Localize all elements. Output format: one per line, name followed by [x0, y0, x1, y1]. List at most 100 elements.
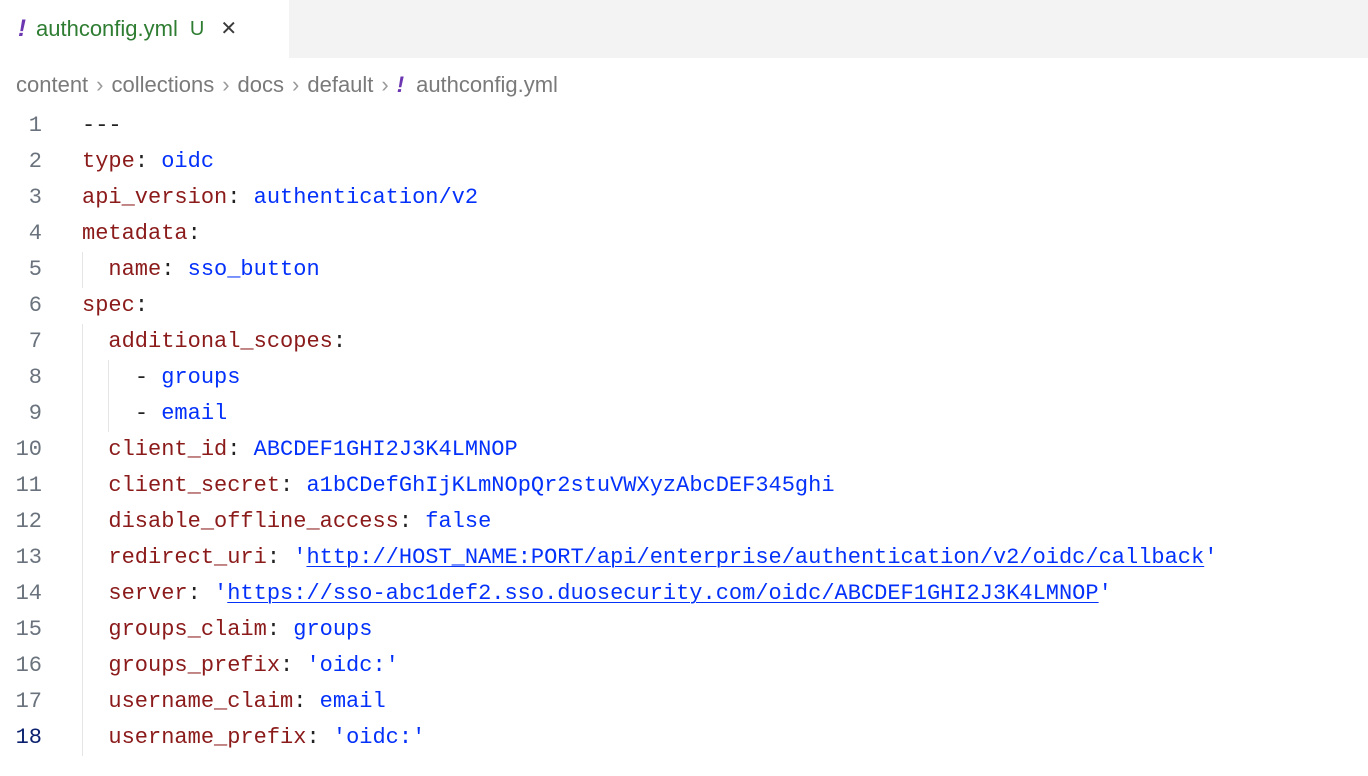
code-content: groups_claim: groups: [70, 612, 1368, 648]
code-content: groups_prefix: 'oidc:': [70, 648, 1368, 684]
breadcrumb-item[interactable]: content: [16, 72, 88, 98]
code-token-val: groups: [161, 365, 240, 390]
line-number: 7: [0, 324, 70, 360]
code-token-quote: ': [293, 545, 306, 570]
line-number: 3: [0, 180, 70, 216]
code-token-key: disable_offline_access: [108, 509, 398, 534]
chevron-right-icon: ›: [222, 72, 229, 98]
code-line[interactable]: 8 - groups: [0, 360, 1368, 396]
code-token-colon: :: [399, 509, 412, 534]
editor-tab[interactable]: ! authconfig.yml U ✕: [0, 0, 290, 58]
code-token-key: api_version: [82, 185, 227, 210]
line-number: 14: [0, 576, 70, 612]
code-line[interactable]: 14 server: 'https://sso-abc1def2.sso.duo…: [0, 576, 1368, 612]
code-token-key: name: [108, 257, 161, 282]
breadcrumb: content › collections › docs › default ›…: [0, 58, 1368, 108]
code-token-key: username_prefix: [108, 725, 306, 750]
code-line[interactable]: 10 client_id: ABCDEF1GHI2J3K4LMNOP: [0, 432, 1368, 468]
code-token-punc: -: [135, 365, 148, 390]
line-number: 11: [0, 468, 70, 504]
code-content: api_version: authentication/v2: [70, 180, 1368, 216]
code-content: type: oidc: [70, 144, 1368, 180]
code-token-quote: ': [333, 725, 346, 750]
tab-bar: ! authconfig.yml U ✕: [0, 0, 1368, 58]
line-number: 18: [0, 720, 70, 756]
code-token-val: email: [161, 401, 227, 426]
code-token-str: oidc:: [320, 653, 386, 678]
code-token-url: http://HOST_NAME:PORT/api/enterprise/aut…: [306, 545, 1204, 570]
line-number: 1: [0, 108, 70, 144]
code-token-dash: ---: [82, 113, 122, 138]
code-content: - groups: [70, 360, 1368, 396]
code-line[interactable]: 12 disable_offline_access: false: [0, 504, 1368, 540]
close-icon[interactable]: ✕: [220, 19, 237, 39]
code-content: username_prefix: 'oidc:': [70, 720, 1368, 756]
line-number: 8: [0, 360, 70, 396]
code-line[interactable]: 3api_version: authentication/v2: [0, 180, 1368, 216]
line-number: 5: [0, 252, 70, 288]
code-line[interactable]: 4metadata:: [0, 216, 1368, 252]
code-content: - email: [70, 396, 1368, 432]
code-content: metadata:: [70, 216, 1368, 252]
tab-filename: authconfig.yml: [36, 16, 178, 42]
tab-status-badge: U: [190, 18, 204, 41]
breadcrumb-item[interactable]: docs: [238, 72, 284, 98]
chevron-right-icon: ›: [381, 72, 388, 98]
breadcrumb-item[interactable]: default: [307, 72, 373, 98]
yaml-file-icon: !: [397, 72, 404, 98]
code-token-colon: :: [135, 293, 148, 318]
line-number: 9: [0, 396, 70, 432]
code-token-key: username_claim: [108, 689, 293, 714]
code-line[interactable]: 6spec:: [0, 288, 1368, 324]
code-editor[interactable]: 1 --- 2type: oidc3api_version: authenticat…: [0, 108, 1368, 756]
code-token-colon: :: [306, 725, 319, 750]
code-line[interactable]: 13 redirect_uri: 'http://HOST_NAME:PORT/…: [0, 540, 1368, 576]
code-token-key: client_id: [108, 437, 227, 462]
code-line[interactable]: 11 client_secret: a1bCDefGhIjKLmNOpQr2st…: [0, 468, 1368, 504]
line-number: 16: [0, 648, 70, 684]
line-number: 15: [0, 612, 70, 648]
code-content: name: sso_button: [70, 252, 1368, 288]
code-content: additional_scopes:: [70, 324, 1368, 360]
code-token-key: type: [82, 149, 135, 174]
code-token-punc: -: [135, 401, 148, 426]
code-token-colon: :: [161, 257, 174, 282]
line-number: 13: [0, 540, 70, 576]
code-token-key: groups_claim: [108, 617, 266, 642]
line-number: 12: [0, 504, 70, 540]
breadcrumb-item[interactable]: collections: [112, 72, 215, 98]
code-token-key: client_secret: [108, 473, 280, 498]
code-token-key: additional_scopes: [108, 329, 332, 354]
code-content: server: 'https://sso-abc1def2.sso.duosec…: [70, 576, 1368, 612]
code-line[interactable]: 17 username_claim: email: [0, 684, 1368, 720]
code-line[interactable]: 5 name: sso_button: [0, 252, 1368, 288]
code-line[interactable]: 7 additional_scopes:: [0, 324, 1368, 360]
code-token-bool: false: [425, 509, 491, 534]
breadcrumb-file[interactable]: authconfig.yml: [416, 72, 558, 98]
code-token-key: server: [108, 581, 187, 606]
line-number: 6: [0, 288, 70, 324]
code-line[interactable]: 1 ---: [0, 108, 1368, 144]
code-line[interactable]: 16 groups_prefix: 'oidc:': [0, 648, 1368, 684]
code-token-val: groups: [293, 617, 372, 642]
code-token-colon: :: [227, 185, 240, 210]
code-token-key: metadata: [82, 221, 188, 246]
code-token-quote: ': [412, 725, 425, 750]
code-line[interactable]: 2type: oidc: [0, 144, 1368, 180]
code-line[interactable]: 15 groups_claim: groups: [0, 612, 1368, 648]
code-content: ---: [70, 108, 1368, 144]
code-content: username_claim: email: [70, 684, 1368, 720]
code-token-colon: :: [280, 473, 293, 498]
code-token-val: ABCDEF1GHI2J3K4LMNOP: [254, 437, 518, 462]
code-token-colon: :: [227, 437, 240, 462]
code-token-val: email: [320, 689, 386, 714]
code-token-quote: ': [386, 653, 399, 678]
code-token-colon: :: [293, 689, 306, 714]
code-token-colon: :: [267, 545, 280, 570]
code-line[interactable]: 9 - email: [0, 396, 1368, 432]
chevron-right-icon: ›: [96, 72, 103, 98]
code-line[interactable]: 18 username_prefix: 'oidc:': [0, 720, 1368, 756]
code-token-val: a1bCDefGhIjKLmNOpQr2stuVWXyzAbcDEF345ghi: [306, 473, 834, 498]
code-token-str: oidc:: [346, 725, 412, 750]
code-token-colon: :: [135, 149, 148, 174]
